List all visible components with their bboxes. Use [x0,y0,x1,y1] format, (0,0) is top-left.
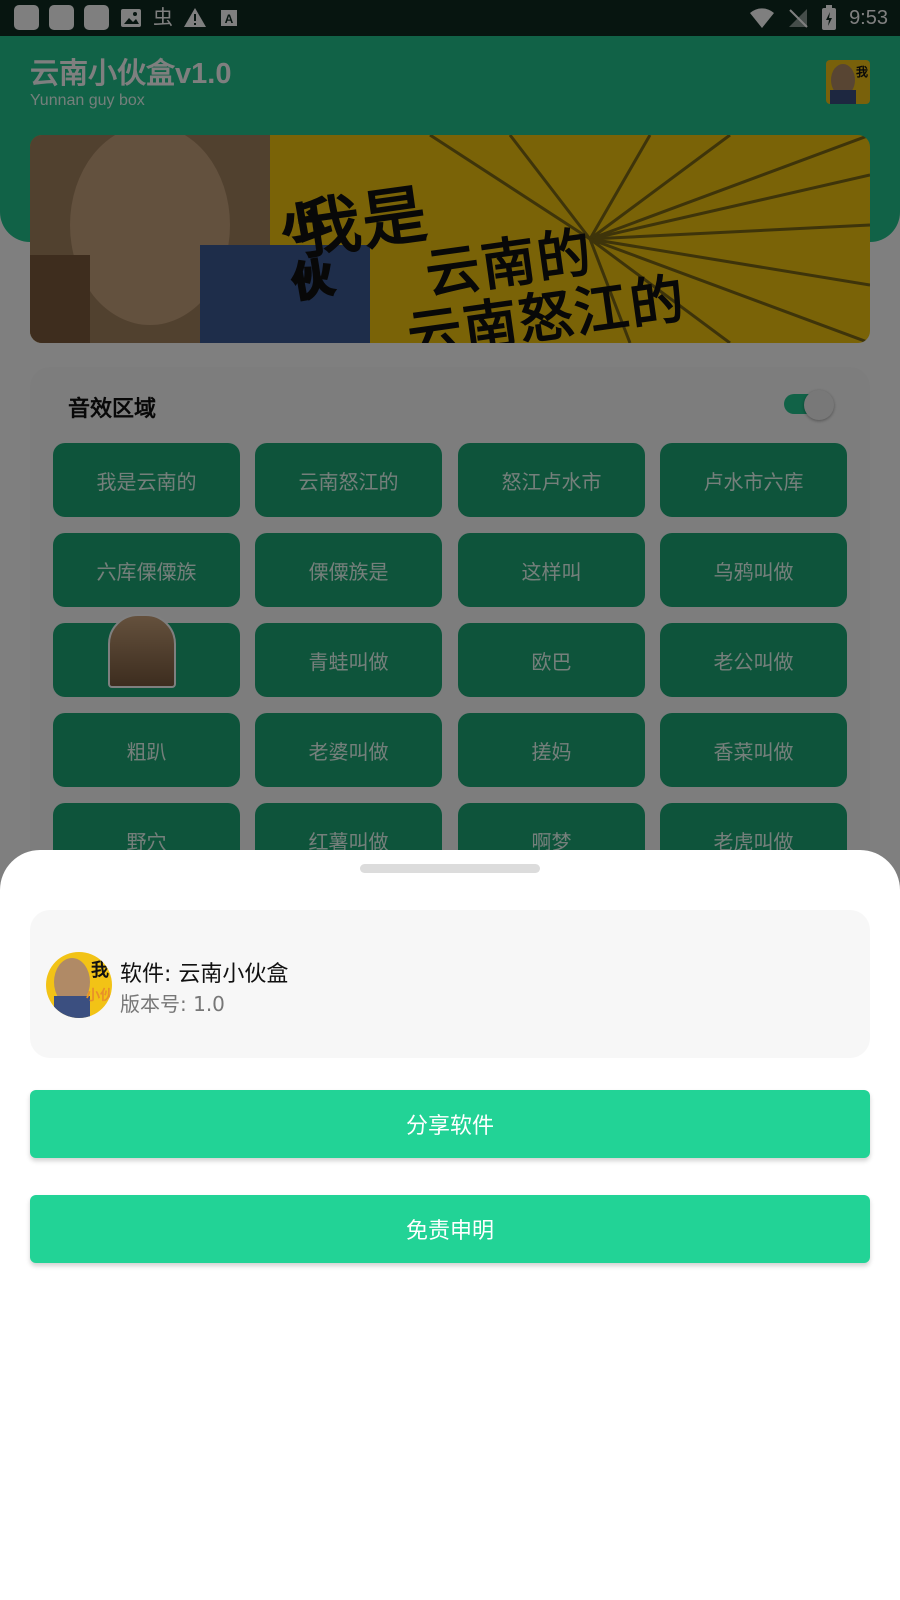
share-app-button[interactable]: 分享软件 [30,1090,870,1158]
svg-text:小伙: 小伙 [86,988,112,1004]
app-info-card: 我 小伙 软件: 云南小伙盒 版本号: 1.0 [30,910,870,1058]
svg-text:我: 我 [91,960,109,981]
disclaimer-button[interactable]: 免责申明 [30,1195,870,1263]
app-icon-avatar: 我 小伙 [46,952,112,1018]
drag-handle[interactable] [360,864,540,873]
about-bottom-sheet: 我 小伙 软件: 云南小伙盒 版本号: 1.0 分享软件 免责申明 [0,850,900,1600]
app-name-text: 软件: 云南小伙盒 [120,962,289,987]
app-version-text: 版本号: 1.0 [120,992,225,1016]
